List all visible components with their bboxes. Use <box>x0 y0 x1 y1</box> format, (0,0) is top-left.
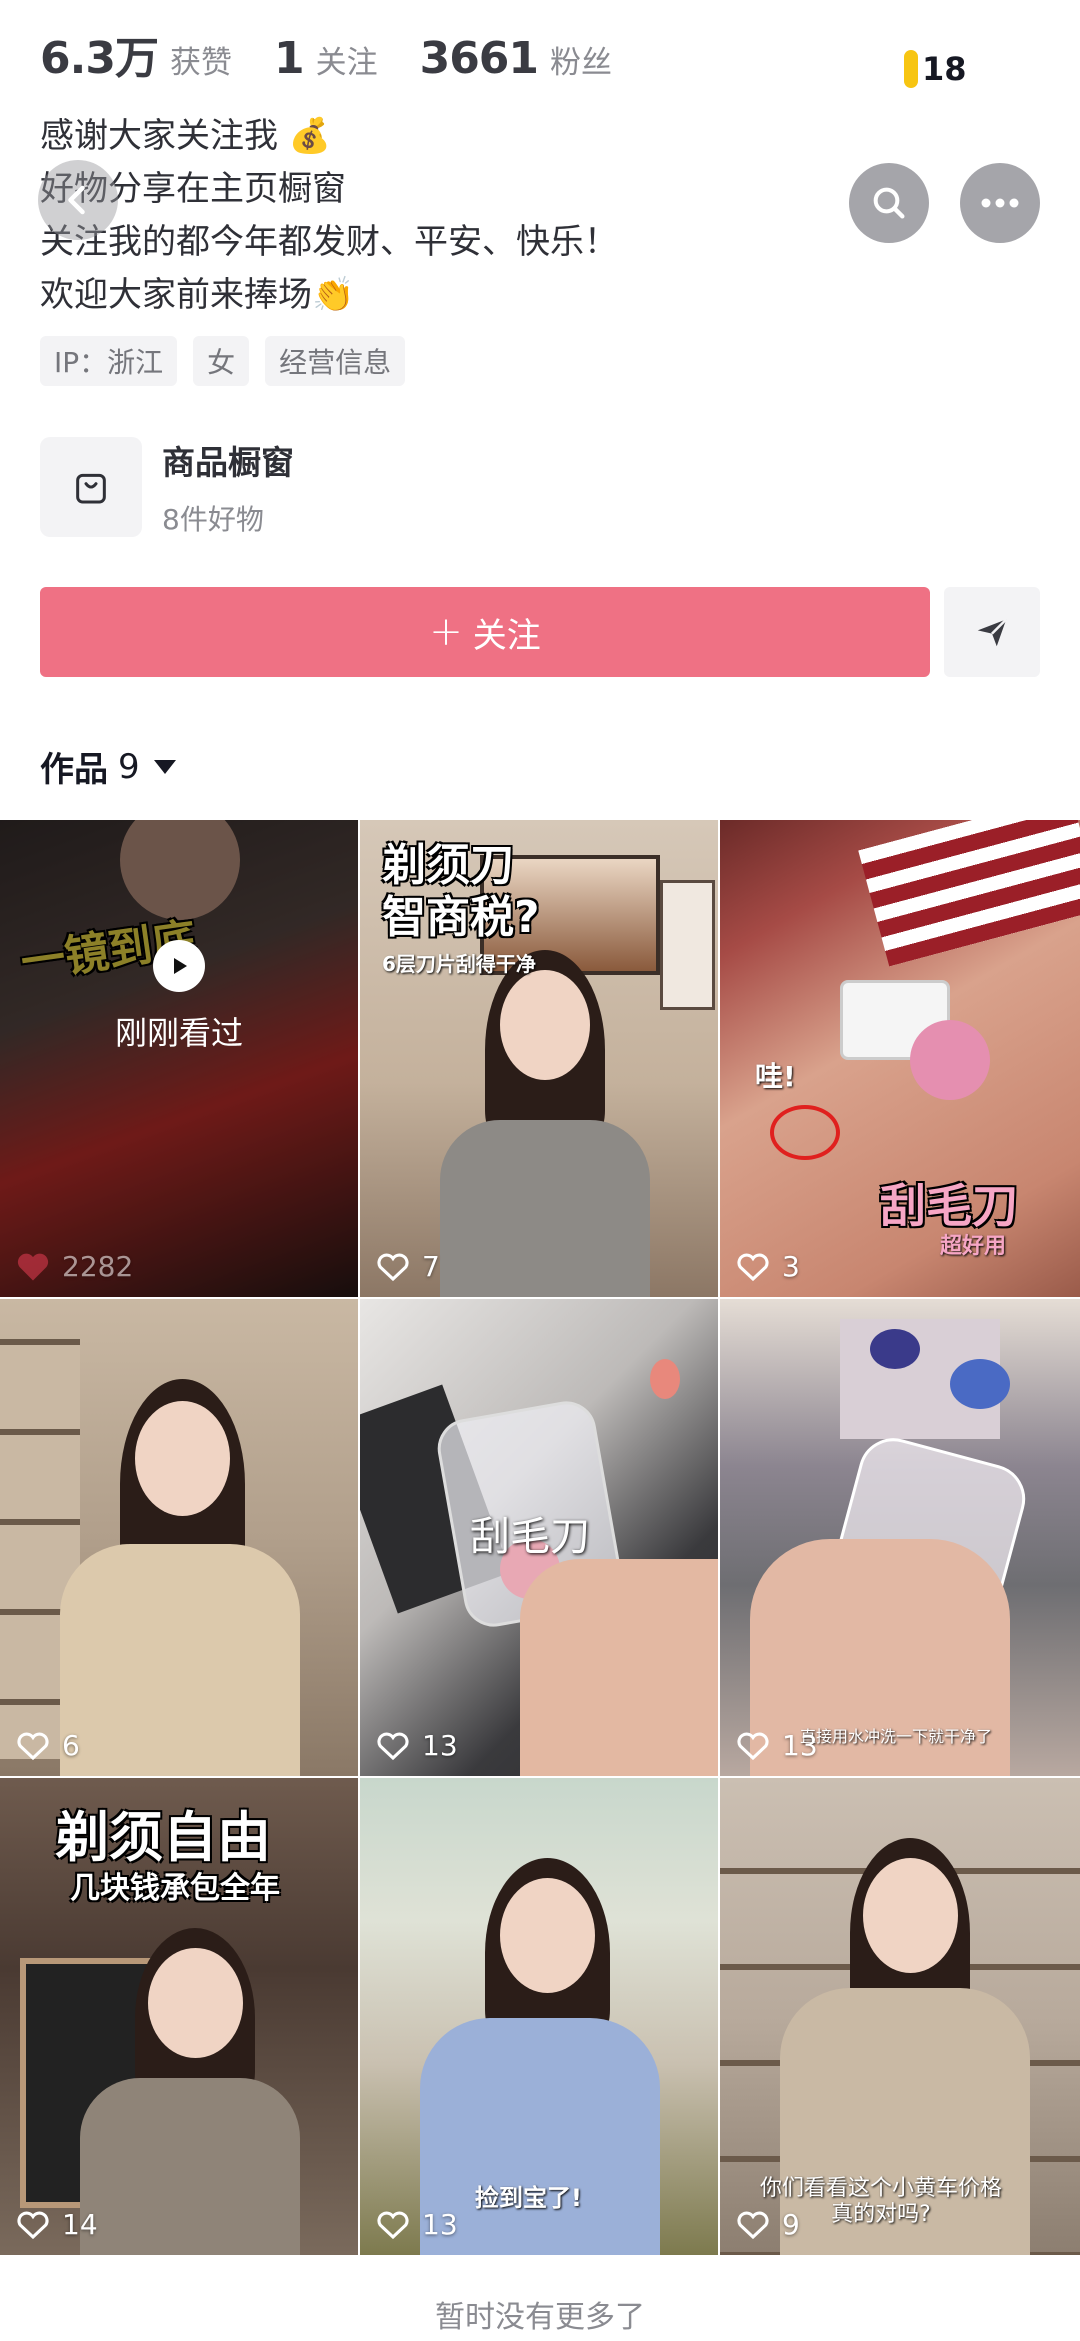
followers-count: 3661 <box>419 33 539 84</box>
heart-icon <box>377 2211 409 2239</box>
like-count: 13 <box>422 1729 458 1762</box>
heart-icon <box>737 1732 769 1760</box>
caret-down-icon <box>153 759 176 774</box>
video-thumbnail[interactable]: 剃须刀 智商税? 6层刀片刮得干净 7 <box>360 820 720 1297</box>
share-button[interactable] <box>944 587 1040 677</box>
bio-line: 好物分享在主页橱窗 <box>40 169 346 209</box>
video-thumbnail[interactable]: 捡到宝了! 13 <box>360 1778 720 2255</box>
heart-icon <box>737 1253 769 1281</box>
following-count: 1 <box>273 33 305 84</box>
tag-ip: IP：浙江 <box>40 336 178 386</box>
like-count: 2282 <box>62 1250 134 1283</box>
works-label: 作品 <box>40 750 108 790</box>
back-button[interactable] <box>38 160 118 240</box>
video-subcaption: 几块钱承包全年 <box>70 1871 280 1906</box>
bio-line: 感谢大家关注我 💰 <box>40 116 332 156</box>
tag-gender: 女 <box>193 336 250 386</box>
heart-icon <box>377 1732 409 1760</box>
video-thumbnail[interactable]: 直接用水冲洗一下就干净了 13 <box>720 1299 1080 1776</box>
no-more-content-label: 暂时没有更多了 <box>435 2300 645 2335</box>
like-count: 9 <box>782 2208 800 2241</box>
followers-label: 粉丝 <box>550 45 613 81</box>
like-count: 3 <box>782 1250 800 1283</box>
video-grid: 一镜到底 刚刚看过 2282 剃须刀 智商税? 6层刀片刮得干净 7 哇! 刮毛… <box>0 820 1080 2255</box>
heart-icon <box>377 1253 409 1281</box>
tag-business-info[interactable]: 经营信息 <box>265 336 406 386</box>
like-count: 6 <box>62 1729 80 1762</box>
video-thumbnail[interactable]: 剃须自由 几块钱承包全年 14 <box>0 1778 360 2255</box>
profile-stats: 6.3万 获赞 1 关注 3661 粉丝 <box>40 22 654 92</box>
notification-badge[interactable]: 18 <box>904 50 967 88</box>
video-thumbnail[interactable]: 6 <box>0 1299 360 1776</box>
profile-tags: IP：浙江 女 经营信息 <box>40 336 421 386</box>
chevron-left-icon <box>68 185 85 215</box>
play-icon <box>153 940 205 992</box>
video-thumbnail[interactable]: 刮毛刀 13 <box>360 1299 720 1776</box>
search-icon <box>873 187 905 219</box>
heart-icon <box>17 2211 49 2239</box>
likes-count: 6.3万 <box>40 33 159 84</box>
like-count: 14 <box>62 2208 98 2241</box>
works-count: 9 <box>118 746 140 787</box>
video-subcaption: 直接用水冲洗一下就干净了 <box>800 1727 993 1746</box>
video-subcaption: 6层刀片刮得干净 <box>382 952 536 976</box>
plus-icon: + <box>429 609 463 655</box>
search-button[interactable] <box>849 163 929 243</box>
heart-icon <box>17 1732 49 1760</box>
bio-line: 欢迎大家前来捧场👏 <box>40 275 355 315</box>
like-count: 13 <box>782 1729 818 1762</box>
stat-likes[interactable]: 6.3万 获赞 <box>40 22 232 86</box>
stat-following[interactable]: 1 关注 <box>274 33 378 84</box>
shopping-bag-icon <box>40 437 142 537</box>
video-caption: 剃须自由 <box>55 1806 271 1869</box>
video-subcaption: 超好用 <box>940 1234 1007 1259</box>
stat-followers[interactable]: 3661 粉丝 <box>420 33 612 84</box>
bio-line: 关注我的都今年都发财、平安、快乐！ <box>40 222 618 262</box>
shop-window[interactable]: 商品橱窗 8件好物 <box>40 436 294 538</box>
video-thumbnail[interactable]: 一镜到底 刚刚看过 2282 <box>0 820 360 1297</box>
like-count: 7 <box>422 1250 440 1283</box>
shop-subtitle: 8件好物 <box>162 503 264 536</box>
video-caption: 剃须刀 智商税? <box>382 840 540 943</box>
send-icon <box>977 618 1008 647</box>
works-tab[interactable]: 作品 9 <box>40 742 176 791</box>
video-thumbnail[interactable]: 你们看看这个小黄车价格 真的对吗? 9 <box>720 1778 1080 2255</box>
video-caption: 刮毛刀 <box>470 1514 590 1560</box>
heart-icon <box>737 2211 769 2239</box>
likes-label: 获赞 <box>169 45 232 81</box>
badge-count: 18 <box>922 50 967 88</box>
follow-label: 关注 <box>472 615 541 656</box>
video-caption: 刮毛刀 <box>880 1179 1018 1233</box>
more-button[interactable] <box>960 163 1040 243</box>
heart-filled-icon <box>17 1253 49 1280</box>
video-thumbnail[interactable]: 哇! 刮毛刀 超好用 3 <box>720 820 1080 1297</box>
follow-button[interactable]: + 关注 <box>40 587 930 677</box>
more-dots-icon <box>981 198 1019 208</box>
shop-title: 商品橱窗 <box>162 443 294 482</box>
bio: 感谢大家关注我 💰 好物分享在主页橱窗 关注我的都今年都发财、平安、快乐！ 欢迎… <box>40 110 800 322</box>
like-count: 13 <box>422 2208 458 2241</box>
watched-overlay <box>0 820 358 1297</box>
video-subcaption: 捡到宝了! <box>475 2184 582 2212</box>
following-label: 关注 <box>315 45 378 81</box>
video-extra-caption: 哇! <box>755 1060 796 1093</box>
watched-label: 刚刚看过 <box>114 1014 243 1052</box>
badge-bar-icon <box>904 50 918 88</box>
